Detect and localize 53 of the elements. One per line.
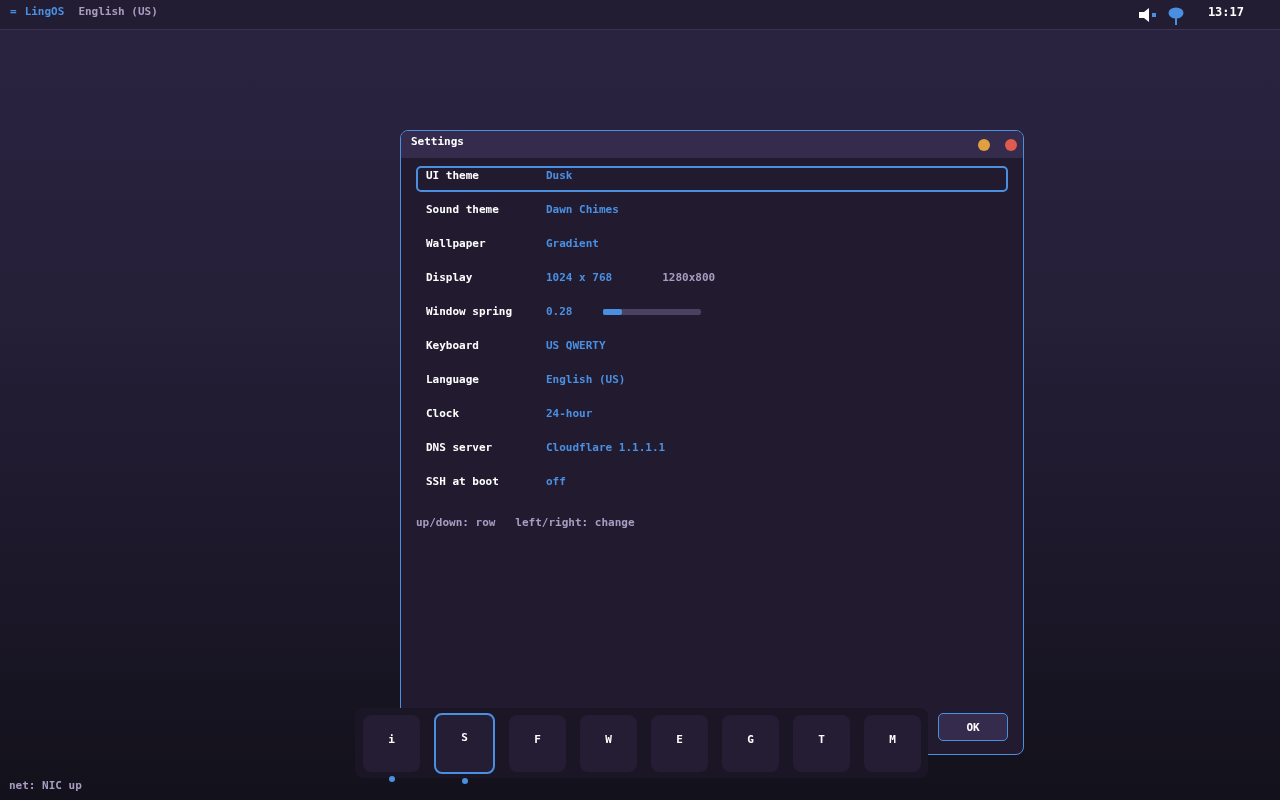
setting-value: US QWERTY xyxy=(546,339,606,352)
window-title: Settings xyxy=(411,135,464,148)
slider-fill[interactable] xyxy=(602,309,623,315)
settings-row[interactable]: Language English (US) xyxy=(416,370,1008,396)
setting-label: Sound theme xyxy=(426,203,500,216)
dock-app-button[interactable]: E xyxy=(651,715,708,772)
setting-value: Dawn Chimes xyxy=(546,203,619,216)
settings-row[interactable]: Clock 24-hour xyxy=(416,404,1008,430)
setting-label: Wallpaper xyxy=(426,237,487,250)
dock-app-button[interactable]: G xyxy=(722,715,779,772)
setting-value: 1024 x 768 xyxy=(546,271,613,284)
settings-row[interactable]: DNS server Cloudflare 1.1.1.1 xyxy=(416,438,1008,464)
setting-label: Window spring xyxy=(426,305,514,318)
setting-value: Gradient xyxy=(546,237,599,250)
close-button[interactable] xyxy=(1005,138,1017,151)
setting-value: 24-hour xyxy=(546,407,593,420)
settings-row[interactable]: Sound theme Dawn Chimes xyxy=(416,200,1008,226)
brand-name: LingOS xyxy=(24,5,65,18)
dock-app-button[interactable]: W xyxy=(580,715,637,772)
settings-row[interactable]: Display 1024 x 768 1280x800 xyxy=(416,268,1008,294)
dock-app-button[interactable]: T xyxy=(793,715,850,772)
setting-value: English (US) xyxy=(546,373,626,386)
setting-label: UI theme xyxy=(426,169,480,182)
speaker-icon[interactable] xyxy=(1137,7,1158,23)
network-status: net: NIC up xyxy=(9,779,82,792)
setting-value: Cloudflare 1.1.1.1 xyxy=(546,441,666,454)
setting-label: SSH at boot xyxy=(426,475,500,488)
settings-row[interactable]: UI theme Dusk xyxy=(416,166,1008,192)
clock: 13:17 xyxy=(1207,5,1244,19)
dock-app-button[interactable]: M xyxy=(864,715,921,772)
settings-row[interactable]: SSH at boot off xyxy=(416,472,1008,498)
setting-label: Display xyxy=(426,271,474,284)
locale-label: English (US) xyxy=(78,5,158,18)
dock-app-button[interactable]: S xyxy=(434,713,495,774)
setting-label: Keyboard xyxy=(426,339,480,352)
settings-row[interactable]: Keyboard US QWERTY xyxy=(416,336,1008,362)
setting-label: DNS server xyxy=(426,441,494,454)
minimize-button[interactable] xyxy=(978,138,990,151)
dock-app-button[interactable]: F xyxy=(509,715,566,772)
slider-track[interactable] xyxy=(602,309,701,315)
dock-app-button[interactable]: i xyxy=(363,715,420,772)
settings-row[interactable]: Wallpaper Gradient xyxy=(416,234,1008,260)
setting-value: 0.28 xyxy=(546,305,573,318)
setting-label: Language xyxy=(426,373,480,386)
setting-label: Clock xyxy=(426,407,461,420)
setting-value: off xyxy=(546,475,566,488)
setting-note: 1280x800 xyxy=(662,271,716,284)
setting-value: Dusk xyxy=(546,169,573,182)
settings-row[interactable]: Window spring 0.28 xyxy=(416,302,1008,328)
cloud-icon[interactable] xyxy=(1167,7,1184,25)
key-hint: up/down: row left/right: change xyxy=(416,516,636,529)
menu-button[interactable]: = xyxy=(10,5,17,18)
ok-button[interactable]: OK xyxy=(938,713,1008,741)
